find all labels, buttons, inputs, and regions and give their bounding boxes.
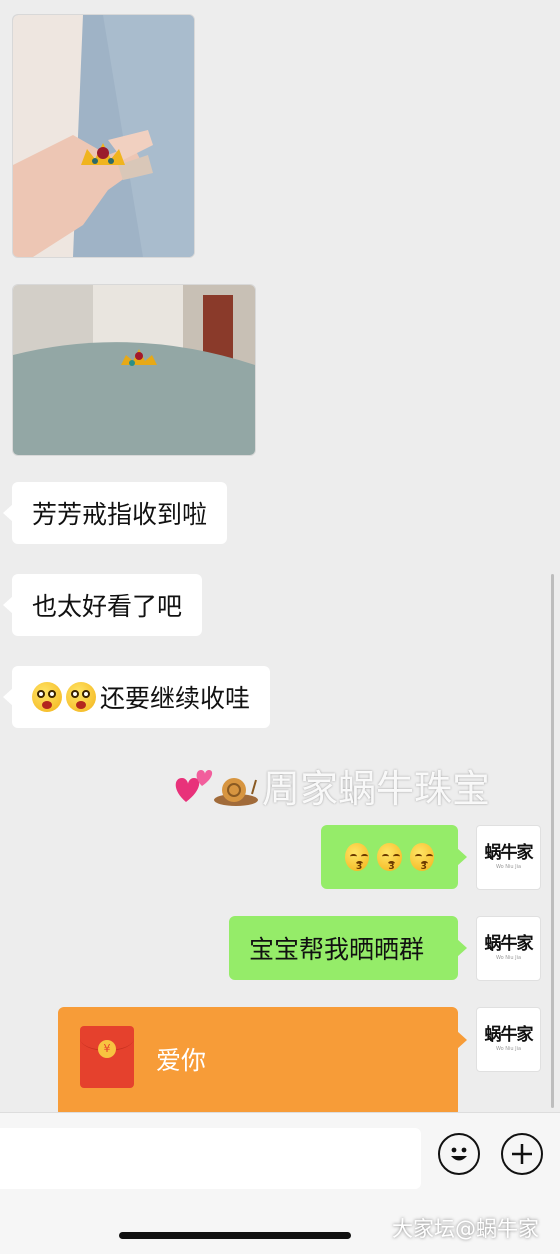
ring-photo-hand[interactable] [12, 14, 195, 258]
emoji-face-icon[interactable] [438, 1133, 480, 1175]
message-input[interactable] [0, 1128, 421, 1189]
ring-photo-sofa[interactable] [12, 284, 256, 456]
avatar[interactable]: 蜗牛家 Wo Niu Jia [476, 916, 541, 981]
kissing-emoji-icon: 3 [377, 843, 402, 872]
red-packet-message[interactable]: ¥ 爱你 [58, 1007, 467, 1117]
avatar[interactable]: 蜗牛家 Wo Niu Jia [476, 825, 541, 890]
avatar-subtitle: Wo Niu Jia [495, 1046, 522, 1052]
watermark-text: 周家蜗牛珠宝 [262, 766, 491, 811]
red-packet-icon: ¥ [80, 1026, 134, 1088]
avatar-logo: 蜗牛家 [484, 1025, 534, 1045]
incoming-message[interactable]: 芳芳戒指收到啦 [2, 482, 228, 544]
avatar[interactable]: 蜗牛家 Wo Niu Jia [476, 1007, 541, 1072]
message-text: 还要继续收哇 [100, 684, 251, 713]
avatar-logo: 蜗牛家 [484, 843, 534, 863]
outgoing-message[interactable]: 3 3 3 [321, 825, 467, 889]
avatar-logo: 蜗牛家 [484, 934, 534, 954]
plus-circle-icon[interactable] [501, 1133, 543, 1175]
message-text: 也太好看了吧 [32, 592, 183, 621]
avatar-subtitle: Wo Niu Jia [495, 864, 522, 870]
message-text: 芳芳戒指收到啦 [32, 500, 208, 529]
kissing-emoji-icon: 3 [409, 843, 434, 872]
incoming-message[interactable]: 还要继续收哇 [2, 666, 271, 728]
starstruck-emoji-icon [32, 682, 62, 712]
heart-snail-icon [175, 770, 258, 806]
incoming-message[interactable]: 也太好看了吧 [2, 574, 203, 636]
shop-watermark: 周家蜗牛珠宝 [172, 760, 491, 811]
red-packet-label: 爱你 [156, 1046, 207, 1075]
starstruck-emoji-icon [66, 682, 96, 712]
corner-watermark: 大家坛@蜗牛家 [392, 1217, 539, 1241]
avatar-subtitle: Wo Niu Jia [495, 955, 522, 961]
home-indicator [119, 1232, 351, 1239]
scrollbar[interactable] [551, 574, 554, 1108]
message-text: 宝宝帮我晒晒群 [249, 935, 425, 964]
kissing-emoji-icon: 3 [345, 843, 370, 872]
outgoing-message[interactable]: 宝宝帮我晒晒群 [229, 916, 467, 980]
